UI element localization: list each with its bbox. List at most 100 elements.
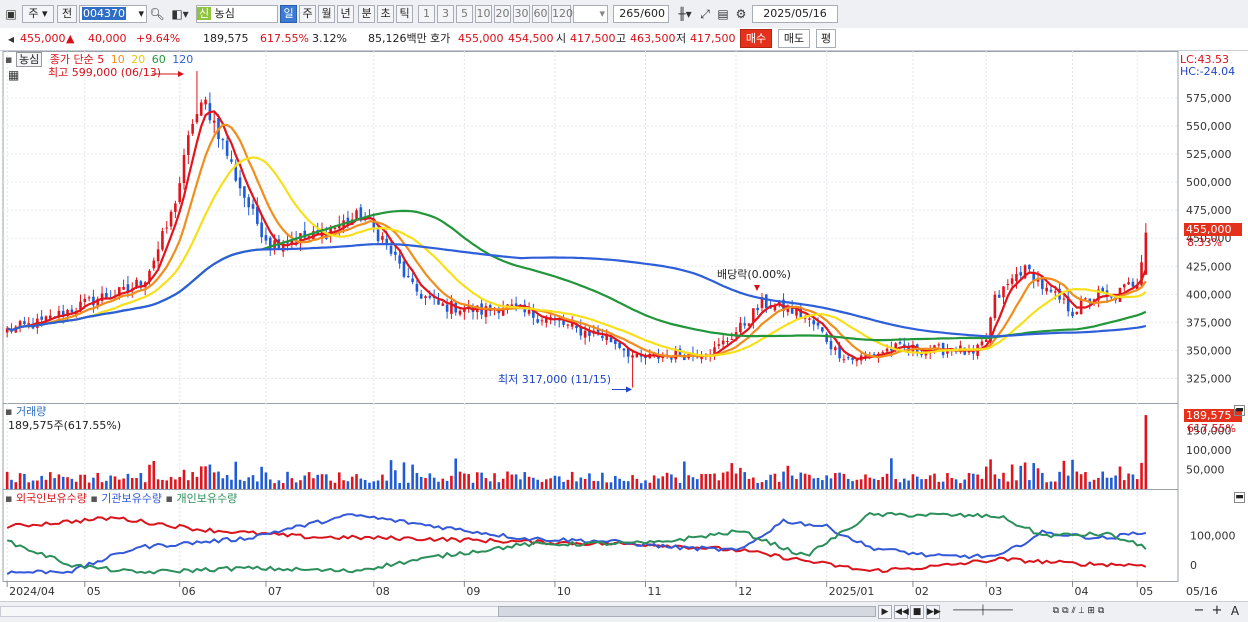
volume-bar <box>881 476 885 489</box>
candle-body <box>156 249 160 262</box>
stop-icon[interactable]: ■ <box>910 605 924 619</box>
current-change-tag: 8.33% <box>1187 236 1222 249</box>
minute-60-button[interactable]: 60 <box>532 5 549 23</box>
custom-period-select[interactable]: ▾ <box>573 5 608 23</box>
scrollbar-thumb[interactable] <box>498 606 876 617</box>
x-tick-label: 05 <box>1139 585 1153 598</box>
candle-body <box>670 358 673 360</box>
zoom-in-button[interactable]: + <box>1210 604 1224 619</box>
period-week-button[interactable]: 주 <box>299 5 316 23</box>
zoom-out-button[interactable]: − <box>1192 604 1206 619</box>
collapse-icon[interactable]: ◂ <box>3 30 19 48</box>
volume-bar <box>626 481 630 489</box>
volume-bar <box>1058 471 1061 489</box>
volume-bar <box>333 482 337 489</box>
volume-bar <box>281 483 285 489</box>
period-minute-button[interactable]: 분 <box>358 5 375 23</box>
volume-bar <box>294 482 298 489</box>
chart-svg[interactable]: 325,000350,000375,000400,000425,000450,0… <box>0 51 1248 601</box>
pane-menu-icon[interactable]: ▪ <box>5 405 12 418</box>
close-icon[interactable]: ▬ <box>1234 405 1245 416</box>
candle-body <box>398 255 401 264</box>
candle-body <box>1062 298 1066 300</box>
prev-button[interactable]: 전 <box>57 5 77 23</box>
candle-body <box>764 294 768 308</box>
period-day-button[interactable]: 일 <box>280 5 297 23</box>
sell-button[interactable]: 매도 <box>778 29 810 48</box>
holding-tick-label: 0 <box>1190 559 1197 572</box>
volume-bar <box>139 473 143 489</box>
scroll-back-icon[interactable]: ◀◀ <box>894 605 909 619</box>
price-tick-label: 525,000 <box>1186 148 1232 161</box>
zoom-reset-button[interactable]: A <box>1228 605 1242 619</box>
minute-20-button[interactable]: 20 <box>494 5 511 23</box>
close-icon[interactable]: ▬ <box>1234 492 1245 503</box>
period-year-button[interactable]: 년 <box>337 5 354 23</box>
volume-bar <box>557 476 561 489</box>
calculator-icon[interactable]: ▦ <box>8 69 19 82</box>
low-price: 417,500 <box>690 32 736 45</box>
volume-subtitle: 189,575주(617.55%) <box>8 419 122 432</box>
market-type-select[interactable]: 주 ▾ <box>22 5 54 23</box>
volume-bar <box>545 479 548 489</box>
period-month-button[interactable]: 월 <box>318 5 335 23</box>
minute-10-button[interactable]: 10 <box>475 5 492 23</box>
pane-menu-icon[interactable]: ▪ <box>5 492 12 505</box>
volume-bar <box>161 479 164 489</box>
volume-bar <box>743 472 747 489</box>
minute-30-button[interactable]: 30 <box>513 5 530 23</box>
price-pane-legend: ▪ 농심 종가 단순 5 10 20 60 120 <box>5 52 193 67</box>
candle-body <box>997 294 1001 298</box>
candle-body <box>1010 278 1014 284</box>
volume-bar <box>890 458 893 489</box>
gear-icon[interactable]: ⚙ <box>733 5 749 23</box>
stock-name-field[interactable]: 신 농심 <box>196 5 278 23</box>
volume-bar <box>846 478 850 489</box>
volume-bar <box>480 472 483 489</box>
candle-body <box>726 341 729 343</box>
volume-bar <box>622 480 626 489</box>
candle-body <box>389 245 393 254</box>
period-tick-button[interactable]: 틱 <box>396 5 413 23</box>
data-count-field[interactable]: 265/600 <box>613 5 669 23</box>
volume-bar <box>398 482 401 489</box>
volume-tick-label: 50,000 <box>1186 464 1225 477</box>
pane-menu-icon[interactable]: ▪ <box>5 53 12 66</box>
volume-bar <box>639 483 643 489</box>
minute-3-button[interactable]: 3 <box>437 5 454 23</box>
period-second-button[interactable]: 초 <box>377 5 394 23</box>
stock-code-input[interactable]: 004370 ▾ <box>79 5 147 23</box>
volume-bar <box>57 474 61 489</box>
volume-bar <box>1088 481 1092 489</box>
scroll-right-icon[interactable]: ▶ <box>878 605 892 619</box>
date-field[interactable]: 2025/05/16 <box>752 5 838 23</box>
zoom-slider[interactable]: ─────┼───── <box>950 605 1016 619</box>
minute-120-button[interactable]: 120 <box>551 5 573 23</box>
draw-tool-icon[interactable]: ⤢ <box>697 5 713 23</box>
volume-bar <box>92 477 95 489</box>
minute-5-button[interactable]: 5 <box>456 5 473 23</box>
candle-body <box>70 309 74 313</box>
candle-body <box>376 229 380 242</box>
candle-type-icon[interactable]: ╫▾ <box>675 5 695 23</box>
stock-group-icon[interactable]: ◧▾ <box>167 5 193 23</box>
volume-bar <box>915 476 919 489</box>
eval-button[interactable]: 평 <box>816 29 836 48</box>
pane-menu-icon[interactable]: ▪ <box>90 492 97 505</box>
search-icon[interactable]: 🔍︎ <box>149 5 165 23</box>
chevron-down-icon[interactable]: ▾ <box>138 6 144 22</box>
buy-button[interactable]: 매수 <box>740 29 772 48</box>
stock-tag[interactable]: 농심 <box>15 52 43 67</box>
scroll-forward-icon[interactable]: ▶▶ <box>926 605 941 619</box>
volume-bar <box>148 464 151 489</box>
volume-bar <box>363 479 367 489</box>
price-tick-label: 550,000 <box>1186 120 1232 133</box>
window-menu-icon[interactable]: ▣ <box>3 5 19 23</box>
chart-tools-icon[interactable]: ⧉⧉⫽⟂⊞⧉ <box>1030 605 1130 619</box>
volume-bar <box>665 472 669 489</box>
volume-bar <box>445 480 449 489</box>
candle-body <box>846 357 850 359</box>
pane-menu-icon[interactable]: ▪ <box>166 492 173 505</box>
save-icon[interactable]: ▤ <box>715 5 731 23</box>
minute-1-button[interactable]: 1 <box>418 5 435 23</box>
